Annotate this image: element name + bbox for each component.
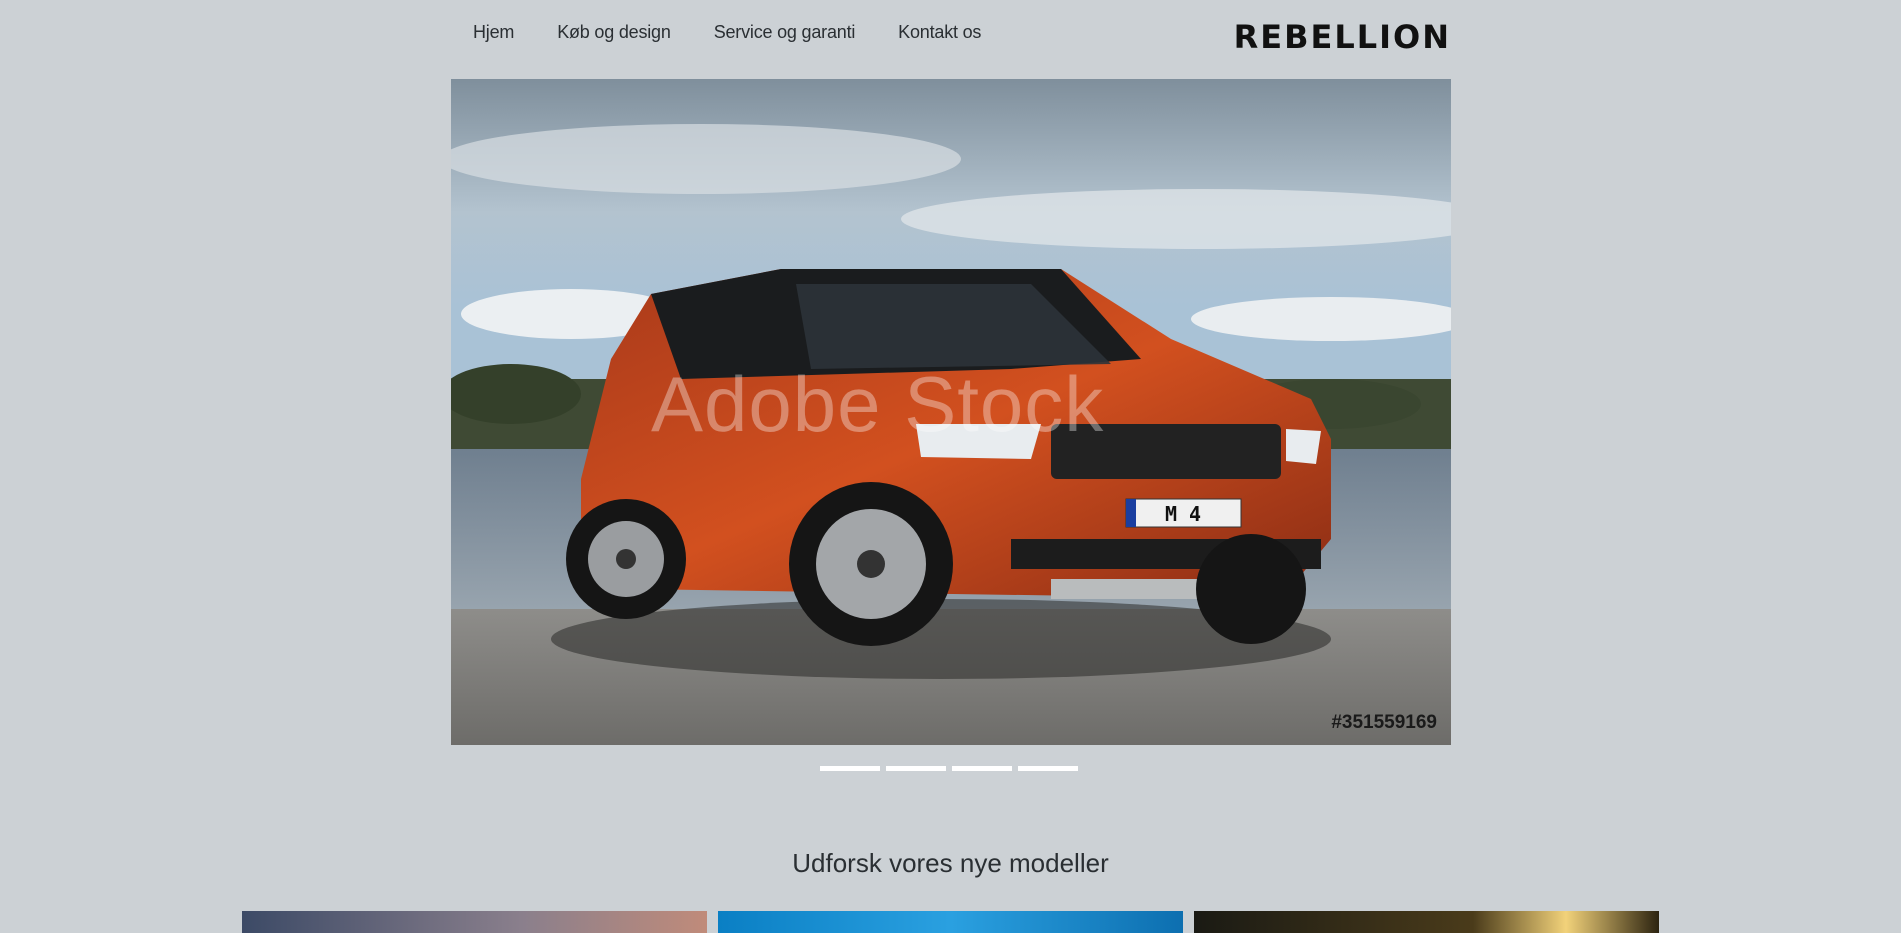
model-card-2[interactable] bbox=[718, 911, 1183, 933]
carousel-dot-4[interactable] bbox=[1018, 766, 1078, 771]
model-card-1[interactable] bbox=[242, 911, 707, 933]
watermark: Adobe Stock bbox=[651, 360, 1105, 448]
carousel-dot-1[interactable] bbox=[820, 766, 880, 771]
nav-item-koeb-og-design[interactable]: Køb og design bbox=[557, 22, 671, 43]
nav-item-hjem[interactable]: Hjem bbox=[473, 22, 514, 43]
model-cards bbox=[242, 911, 1659, 933]
license-plate: M 4 bbox=[1165, 502, 1201, 526]
carousel-dot-2[interactable] bbox=[886, 766, 946, 771]
model-card-3[interactable] bbox=[1194, 911, 1659, 933]
nav-item-kontakt-os[interactable]: Kontakt os bbox=[898, 22, 981, 43]
carousel-dot-3[interactable] bbox=[952, 766, 1012, 771]
section-title: Udforsk vores nye modeller bbox=[792, 848, 1109, 878]
nav-item-service-og-garanti[interactable]: Service og garanti bbox=[714, 22, 856, 43]
brand-logo[interactable]: REBELLION bbox=[1234, 18, 1451, 56]
nav-links: Hjem Køb og design Service og garanti Ko… bbox=[473, 22, 1024, 43]
image-stock-id: #351559169 bbox=[1331, 712, 1437, 733]
hero-carousel[interactable]: M 4 Adobe Stock #351559169 bbox=[451, 79, 1451, 745]
top-navigation: Hjem Køb og design Service og garanti Ko… bbox=[451, 0, 1451, 70]
carousel-indicators bbox=[820, 766, 1078, 771]
